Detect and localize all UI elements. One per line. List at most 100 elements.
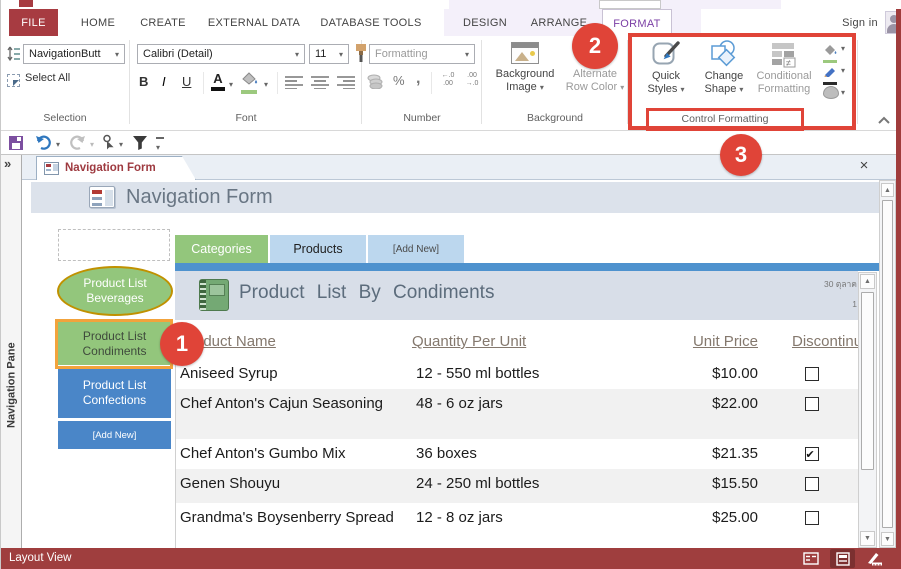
font-name-combobox[interactable]: Calibri (Detail) ▾	[137, 44, 305, 64]
align-right-button[interactable]	[337, 76, 355, 90]
tab-home[interactable]: HOME	[69, 9, 127, 36]
unit-price-cell[interactable]: $21.35	[682, 439, 764, 469]
redo-icon	[70, 135, 85, 150]
selection-combo-value: NavigationButt	[29, 48, 101, 60]
touch-mode-button[interactable]	[101, 134, 116, 152]
align-left-button[interactable]	[285, 76, 303, 90]
scroll-down-button[interactable]: ▼	[881, 532, 894, 546]
quantity-cell[interactable]: 12 - 550 ml bottles	[412, 359, 682, 389]
product-name-cell[interactable]: Chef Anton's Cajun Seasoning	[176, 389, 412, 439]
comma-button[interactable]: ,	[416, 70, 420, 88]
increase-decimal-button[interactable]: .00 →.0	[461, 72, 483, 92]
percent-button[interactable]: %	[393, 73, 405, 88]
navigation-pane-strip[interactable]: » Navigation Pane	[1, 155, 22, 548]
font-color-icon: A	[213, 71, 223, 86]
empty-nav-button-placeholder[interactable]	[58, 229, 170, 261]
chevron-down-icon[interactable]: ▾	[56, 140, 60, 149]
nav-tab-categories[interactable]: Categories	[175, 235, 268, 263]
chevron-down-icon[interactable]: ▾	[229, 80, 233, 89]
subform-scrollbar[interactable]: ▲ ▼	[858, 272, 877, 548]
discontinued-cell	[764, 389, 858, 439]
tab-order-icon[interactable]	[6, 45, 21, 62]
quantity-cell[interactable]: 24 - 250 ml bottles	[412, 469, 682, 503]
chevron-down-icon[interactable]: ▾	[290, 50, 304, 59]
align-center-button[interactable]	[311, 76, 329, 90]
product-name-cell[interactable]: Grandma's Boysenberry Spread	[176, 503, 412, 548]
discontinued-checkbox[interactable]	[804, 367, 819, 381]
scroll-down-button[interactable]: ▼	[860, 531, 875, 546]
column-header-unit-price[interactable]: Unit Price	[682, 331, 764, 359]
fill-color-button[interactable]	[241, 72, 261, 94]
discontinued-checkbox[interactable]	[804, 445, 819, 466]
unit-price-cell[interactable]: $25.00	[682, 503, 764, 548]
chevron-down-icon[interactable]: ▾	[119, 140, 123, 149]
quantity-cell[interactable]: 36 boxes	[412, 439, 682, 469]
tab-create[interactable]: CREATE	[131, 9, 195, 36]
save-button[interactable]	[9, 136, 23, 150]
tab-design[interactable]: DESIGN	[453, 9, 517, 36]
product-name-cell[interactable]: Aniseed Syrup	[176, 359, 412, 389]
nav-button-confections[interactable]: Product List Confections	[58, 368, 171, 418]
form-title: Navigation Form	[126, 186, 273, 208]
window-border-right	[896, 9, 901, 548]
nav-button-add-new[interactable]: [Add New]	[58, 421, 171, 449]
format-painter-icon[interactable]	[353, 43, 369, 63]
background-image-button[interactable]: Background Image ▾	[489, 40, 561, 102]
qat-customize-button[interactable]: ▾	[156, 137, 166, 152]
tab-file[interactable]: FILE	[9, 9, 58, 36]
discontinued-checkbox[interactable]	[804, 397, 819, 411]
font-color-button[interactable]: A	[209, 72, 227, 92]
font-size-combobox[interactable]: 11 ▾	[309, 44, 349, 64]
select-all-button[interactable]: Select All	[25, 72, 70, 84]
selection-type-combobox[interactable]: NavigationButt ▾	[23, 44, 125, 64]
scroll-up-button[interactable]: ▲	[860, 274, 875, 289]
close-icon[interactable]: ×	[856, 157, 872, 175]
discontinued-checkbox[interactable]	[804, 477, 819, 491]
font-name-value: Calibri (Detail)	[143, 48, 213, 60]
form-view-button[interactable]	[798, 549, 823, 568]
unit-price-cell[interactable]: $10.00	[682, 359, 764, 389]
design-view-button[interactable]	[862, 549, 887, 568]
nav-button-beverages[interactable]: Product List Beverages	[57, 266, 173, 316]
table-header-row: Product Name Quantity Per Unit Unit Pric…	[176, 325, 858, 359]
subform-corner-page: 1	[852, 299, 857, 309]
scroll-up-button[interactable]: ▲	[881, 183, 894, 197]
nav-pane-shutter-icon[interactable]: »	[4, 156, 11, 171]
sign-in-link[interactable]: Sign in	[837, 9, 883, 36]
decrease-decimal-button[interactable]: ←.0 .00	[437, 72, 459, 92]
quantity-cell[interactable]: 12 - 8 oz jars	[412, 503, 682, 548]
chevron-down-icon[interactable]: ▾	[334, 50, 348, 59]
unit-price-cell[interactable]: $15.50	[682, 469, 764, 503]
document-tab-row: Navigation Form ×	[22, 155, 896, 180]
document-tab[interactable]: Navigation Form	[36, 156, 196, 180]
column-header-discontinued[interactable]: Discontinued	[764, 331, 858, 359]
chevron-down-icon[interactable]: ▾	[110, 50, 124, 59]
unit-price-cell[interactable]: $22.00	[682, 389, 764, 439]
collapse-ribbon-button[interactable]	[877, 112, 893, 124]
scrollbar-thumb[interactable]	[861, 292, 874, 470]
chevron-down-icon[interactable]: ▾	[264, 80, 268, 89]
annotation-step-3: 3	[720, 134, 762, 176]
scrollbar-thumb[interactable]	[882, 200, 893, 528]
column-header-product-name[interactable]: Product Name	[176, 331, 412, 359]
undo-button[interactable]	[35, 135, 52, 151]
chevron-down-icon[interactable]: ▾	[460, 50, 474, 59]
quantity-cell[interactable]: 48 - 6 oz jars	[412, 389, 682, 439]
nav-tab-products[interactable]: Products	[270, 235, 366, 263]
tab-database-tools[interactable]: DATABASE TOOLS	[311, 9, 431, 36]
italic-button[interactable]: I	[162, 74, 166, 89]
layout-view-button[interactable]	[830, 549, 855, 568]
number-format-combobox[interactable]: Formatting ▾	[369, 44, 475, 64]
discontinued-checkbox[interactable]	[804, 511, 819, 525]
document-scrollbar[interactable]: ▲ ▼	[879, 180, 896, 548]
currency-icon[interactable]	[367, 74, 385, 90]
form-icon	[89, 186, 115, 208]
tab-external-data[interactable]: EXTERNAL DATA	[201, 9, 307, 36]
underline-button[interactable]: U	[182, 74, 191, 89]
filter-button[interactable]	[132, 135, 148, 151]
nav-tab-add-new[interactable]: [Add New]	[368, 235, 464, 263]
product-name-cell[interactable]: Genen Shouyu	[176, 469, 412, 503]
column-header-quantity-per-unit[interactable]: Quantity Per Unit	[412, 331, 682, 359]
bold-button[interactable]: B	[139, 74, 148, 89]
product-name-cell[interactable]: Chef Anton's Gumbo Mix	[176, 439, 412, 469]
